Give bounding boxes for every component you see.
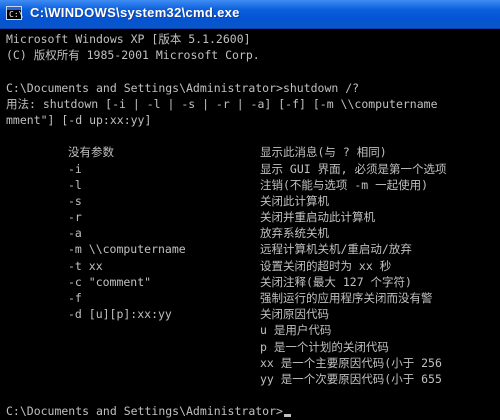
- option-name: -s: [68, 193, 82, 208]
- console-header-line: (C) 版权所有 1985-2001 Microsoft Corp.: [6, 48, 260, 63]
- option-name: -d [u][p]:xx:yy: [68, 307, 172, 322]
- usage-line: mment"] [-d up:xx:yy]: [6, 112, 152, 127]
- option-description: 显示此消息(与 ? 相同): [260, 145, 387, 160]
- option-description: 关闭此计算机: [260, 193, 329, 208]
- option-row: -d [u][p]:xx:yy 关闭原因代码: [6, 306, 500, 322]
- prompt-text: C:\Documents and Settings\Administrator>: [6, 404, 283, 419]
- option-row: -c "comment" 关闭注释(最大 127 个字符): [6, 274, 500, 290]
- option-description: 放弃系统关机: [260, 226, 329, 241]
- option-name: -c "comment": [68, 274, 152, 289]
- option-row: xx 是一个主要原因代码(小于 256: [6, 355, 500, 371]
- window-title: C:\WINDOWS\system32\cmd.exe: [30, 5, 240, 20]
- option-row: -r 关闭并重启动此计算机: [6, 209, 500, 225]
- option-description: p 是一个计划的关闭代码: [260, 339, 389, 354]
- cmd-icon[interactable]: C:\: [6, 6, 24, 20]
- option-row: -s 关闭此计算机: [6, 193, 500, 209]
- option-description: 设置关闭的超时为 xx 秒: [260, 258, 392, 273]
- option-description: 远程计算机关机/重启动/放弃: [260, 242, 412, 257]
- cmd-window: C:\ C:\WINDOWS\system32\cmd.exe Microsof…: [0, 0, 500, 420]
- option-row: -m \\computername 远程计算机关机/重启动/放弃: [6, 241, 500, 257]
- option-description: xx 是一个主要原因代码(小于 256: [260, 355, 442, 370]
- option-name: -t xx: [68, 258, 103, 273]
- text-cursor: [283, 414, 291, 418]
- option-name: -f: [68, 291, 82, 305]
- option-row: 没有参数 显示此消息(与 ? 相同): [6, 144, 500, 160]
- option-row: u 是用户代码: [6, 322, 500, 338]
- option-name: 没有参数: [68, 145, 114, 160]
- cmd-icon-glyph: C:\: [9, 10, 24, 19]
- option-name: -m \\computername: [68, 242, 186, 257]
- option-description: 关闭原因代码: [260, 307, 329, 322]
- option-description: 关闭注释(最大 127 个字符): [260, 274, 412, 289]
- console-header-line: Microsoft Windows XP [版本 5.1.2600]: [6, 32, 251, 46]
- usage-line: 用法: shutdown [-i | -l | -s | -r | -a] [-…: [6, 96, 438, 111]
- option-name: -r: [68, 210, 82, 225]
- command-line: C:\Documents and Settings\Administrator>…: [6, 80, 360, 95]
- option-name: -a: [68, 226, 82, 241]
- option-name: -l: [68, 177, 82, 192]
- option-row: -f 强制运行的应用程序关闭而没有警: [6, 290, 500, 306]
- option-row: -l 注销(不能与选项 -m 一起使用): [6, 177, 500, 193]
- option-description: 注销(不能与选项 -m 一起使用): [260, 177, 429, 192]
- option-row: p 是一个计划的关闭代码: [6, 339, 500, 355]
- console-output[interactable]: Microsoft Windows XP [版本 5.1.2600] (C) 版…: [6, 31, 500, 420]
- title-bar[interactable]: C:\ C:\WINDOWS\system32\cmd.exe: [0, 0, 500, 29]
- option-description: yy 是一个次要原因代码(小于 655: [260, 371, 442, 386]
- prompt-line[interactable]: C:\Documents and Settings\Administrator>: [6, 403, 500, 419]
- option-row: -t xx 设置关闭的超时为 xx 秒: [6, 258, 500, 274]
- option-row: yy 是一个次要原因代码(小于 655: [6, 371, 500, 387]
- option-description: 显示 GUI 界面, 必须是第一个选项: [260, 161, 447, 176]
- option-row: -i 显示 GUI 界面, 必须是第一个选项: [6, 161, 500, 177]
- option-description: 强制运行的应用程序关闭而没有警: [260, 291, 433, 305]
- option-name: -i: [68, 161, 82, 176]
- option-row: -a 放弃系统关机: [6, 225, 500, 241]
- option-description: u 是用户代码: [260, 323, 332, 338]
- option-description: 关闭并重启动此计算机: [260, 210, 375, 225]
